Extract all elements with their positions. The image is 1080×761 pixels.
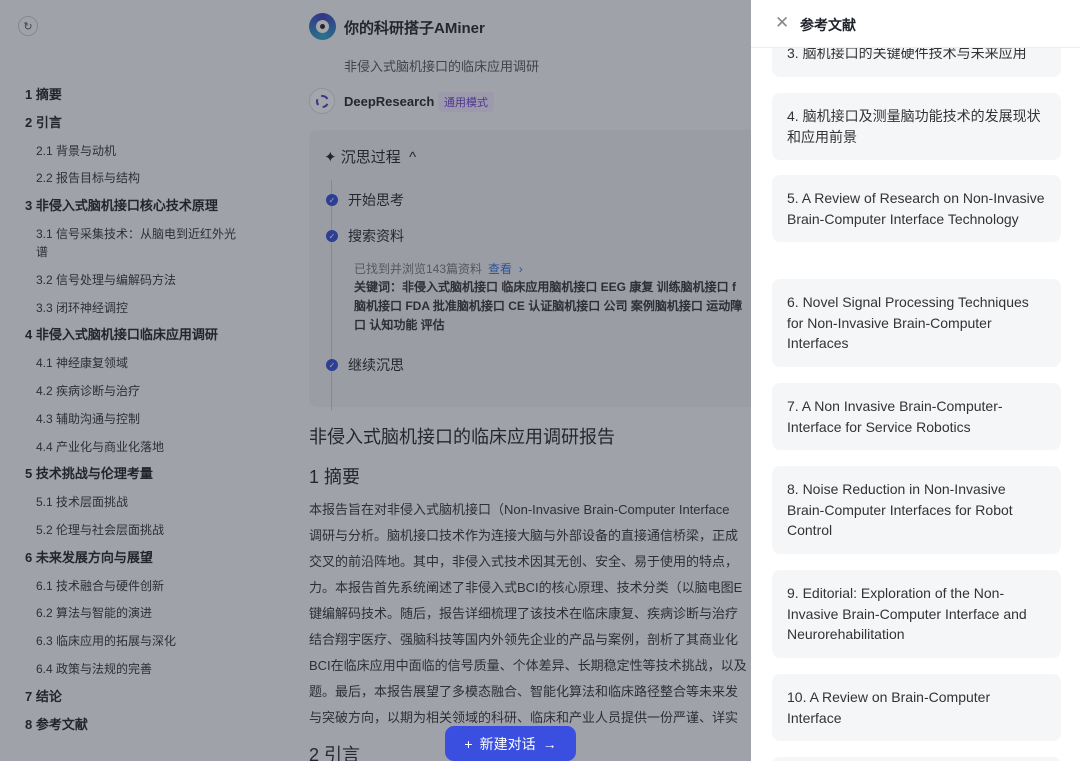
panel-title: 参考文献: [800, 15, 856, 35]
reference-card[interactable]: 7. A Non Invasive Brain-Computer-Interfa…: [772, 383, 1061, 450]
references-panel: ✕ 参考文献 3. 脑机接口的关键硬件技术与未来应用4. 脑机接口及测量脑功能技…: [751, 0, 1080, 761]
reference-card[interactable]: 10. A Review on Brain-Computer Interface: [772, 674, 1061, 741]
reference-card[interactable]: 8. Noise Reduction in Non-Invasive Brain…: [772, 466, 1061, 554]
plus-icon: +: [464, 736, 472, 752]
panel-header: ✕ 参考文献: [751, 0, 1080, 48]
reference-card[interactable]: 9. Editorial: Exploration of the Non-Inv…: [772, 570, 1061, 658]
reference-card[interactable]: [772, 757, 1061, 761]
arrow-right-icon: →: [543, 736, 557, 752]
new-chat-button[interactable]: +新建对话→: [445, 726, 576, 761]
reference-card[interactable]: 4. 脑机接口及测量脑功能技术的发展现状和应用前景: [772, 93, 1061, 160]
reference-card[interactable]: 6. Novel Signal Processing Techniques fo…: [772, 279, 1061, 367]
close-icon[interactable]: ✕: [775, 13, 789, 33]
reference-card[interactable]: 5. A Review of Research on Non-Invasive …: [772, 175, 1061, 242]
modal-backdrop[interactable]: [0, 0, 751, 761]
